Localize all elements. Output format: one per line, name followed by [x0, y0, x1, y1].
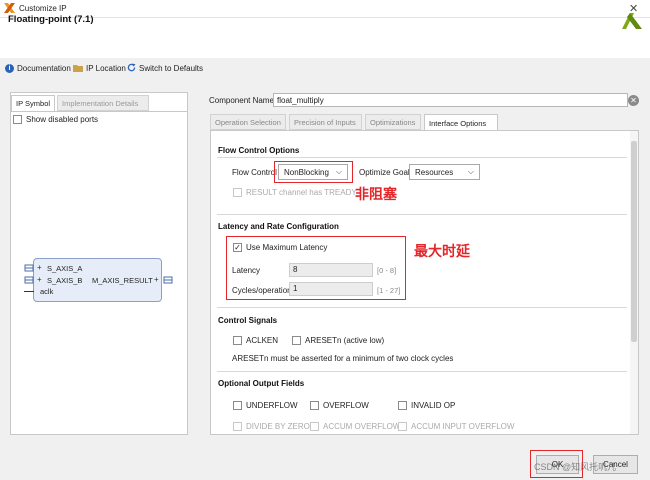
annotation-nonblocking: 非阻塞	[355, 186, 397, 202]
checkbox-box[interactable]	[233, 188, 242, 197]
cycles-range: [1 - 27]	[377, 286, 401, 295]
section-divider	[217, 214, 627, 215]
port-m-axis-result: M_AXIS_RESULT	[92, 276, 153, 285]
show-disabled-ports-checkbox[interactable]: Show disabled ports	[13, 115, 98, 124]
tab-ip-symbol[interactable]: IP Symbol	[11, 95, 55, 111]
divide-by-zero-checkbox[interactable]: DIVIDE BY ZERO	[233, 422, 310, 431]
latency-field[interactable]: 8	[289, 263, 373, 277]
result-tready-label: RESULT channel has TREADY	[246, 188, 357, 197]
refresh-icon	[127, 63, 136, 74]
title-bar	[0, 0, 650, 18]
aresetn-note: ARESETn must be asserted for a minimum o…	[232, 354, 454, 363]
cycles-per-operation-field[interactable]: 1	[289, 282, 373, 296]
flow-control-section-title: Flow Control Options	[218, 146, 300, 155]
tab-implementation-details[interactable]: Implementation Details	[57, 95, 149, 111]
expand-plus-icon[interactable]: +	[154, 275, 159, 284]
flow-control-highlight	[274, 161, 353, 183]
use-max-latency-label: Use Maximum Latency	[246, 243, 328, 252]
ip-location-button[interactable]: IP Location	[73, 62, 126, 75]
overflow-checkbox[interactable]: OVERFLOW	[310, 401, 369, 410]
port-s-axis-a: S_AXIS_A	[47, 264, 83, 273]
invalid-op-label: INVALID OP	[411, 401, 456, 410]
cycles-per-operation-label: Cycles/operation	[232, 286, 292, 295]
component-name-label: Component Name	[209, 96, 274, 105]
aclken-checkbox[interactable]: ACLKEN	[233, 336, 278, 345]
section-divider	[217, 157, 627, 158]
info-icon: i	[5, 64, 14, 73]
scrollbar-thumb[interactable]	[631, 141, 637, 342]
checkbox-box[interactable]	[292, 336, 301, 345]
clear-icon[interactable]: ✕	[628, 95, 639, 106]
latency-range: [0 - 8]	[377, 266, 397, 275]
documentation-button[interactable]: i Documentation	[5, 62, 71, 75]
checkbox-box[interactable]: ✓	[233, 243, 242, 252]
window-title: Customize IP	[19, 4, 67, 13]
invalid-op-checkbox[interactable]: INVALID OP	[398, 401, 455, 410]
tab-interface-options[interactable]: Interface Options	[424, 114, 498, 131]
expand-plus-icon[interactable]: +	[37, 263, 42, 272]
aclk-pin	[24, 291, 34, 292]
brand-logo-icon	[622, 13, 642, 31]
documentation-label: Documentation	[17, 64, 71, 73]
checkbox-box[interactable]	[233, 422, 242, 431]
header	[0, 18, 650, 58]
underflow-label: UNDERFLOW	[246, 401, 298, 410]
latency-label: Latency	[232, 266, 261, 275]
underflow-checkbox[interactable]: UNDERFLOW	[233, 401, 298, 410]
accum-input-overflow-label: ACCUM INPUT OVERFLOW	[411, 422, 515, 431]
section-divider	[217, 307, 627, 308]
s-axis-a-bus-icon	[24, 264, 34, 274]
optimize-goal-value: Resources	[415, 167, 454, 177]
checkbox-box[interactable]	[398, 401, 407, 410]
accum-overflow-label: ACCUM OVERFLOW	[323, 422, 401, 431]
accum-overflow-checkbox[interactable]: ACCUM OVERFLOW	[310, 422, 400, 431]
ip-title: Floating-point (7.1)	[8, 14, 94, 25]
optional-outputs-section-title: Optional Output Fields	[218, 379, 305, 388]
switch-defaults-button[interactable]: Switch to Defaults	[127, 62, 203, 75]
overflow-label: OVERFLOW	[323, 401, 369, 410]
tab-divider	[11, 111, 187, 112]
show-disabled-ports-label: Show disabled ports	[26, 115, 99, 124]
result-tready-checkbox[interactable]: RESULT channel has TREADY	[233, 188, 357, 197]
checkbox-box[interactable]	[398, 422, 407, 431]
checkbox-box[interactable]	[310, 422, 319, 431]
component-name-input[interactable]	[273, 93, 628, 107]
checkbox-box[interactable]	[233, 336, 242, 345]
latency-section-title: Latency and Rate Configuration	[218, 222, 339, 231]
checkbox-box[interactable]	[13, 115, 22, 124]
expand-plus-icon[interactable]: +	[37, 275, 42, 284]
s-axis-b-bus-icon	[24, 276, 34, 286]
use-max-latency-checkbox[interactable]: ✓ Use Maximum Latency	[233, 243, 327, 252]
checkbox-box[interactable]	[310, 401, 319, 410]
watermark: CSDN @知风托叽儿	[534, 462, 617, 472]
port-s-axis-b: S_AXIS_B	[47, 276, 83, 285]
section-divider	[217, 371, 627, 372]
tab-optimizations[interactable]: Optimizations	[365, 114, 421, 130]
optimize-goal-select[interactable]: Resources ⌵	[409, 164, 480, 180]
m-axis-result-bus-icon	[163, 276, 173, 286]
optimize-goal-label: Optimize Goal	[359, 168, 410, 177]
control-signals-section-title: Control Signals	[218, 316, 278, 325]
ip-location-label: IP Location	[86, 64, 126, 73]
aresetn-checkbox[interactable]: ARESETn (active low)	[292, 336, 384, 345]
accum-input-overflow-checkbox[interactable]: ACCUM INPUT OVERFLOW	[398, 422, 514, 431]
aclken-label: ACLKEN	[246, 336, 279, 345]
folder-icon	[73, 64, 83, 74]
switch-defaults-label: Switch to Defaults	[139, 64, 204, 73]
aresetn-label: ARESETn (active low)	[305, 336, 385, 345]
flow-control-label: Flow Control	[232, 168, 277, 177]
annotation-max-latency: 最大时延	[414, 243, 470, 259]
divide-by-zero-label: DIVIDE BY ZERO	[246, 422, 310, 431]
checkbox-box[interactable]	[233, 401, 242, 410]
chevron-down-icon: ⌵	[467, 167, 474, 176]
port-aclk: aclk	[40, 287, 54, 296]
tab-operation-selection[interactable]: Operation Selection	[210, 114, 286, 130]
tab-precision-of-inputs[interactable]: Precision of Inputs	[289, 114, 362, 130]
